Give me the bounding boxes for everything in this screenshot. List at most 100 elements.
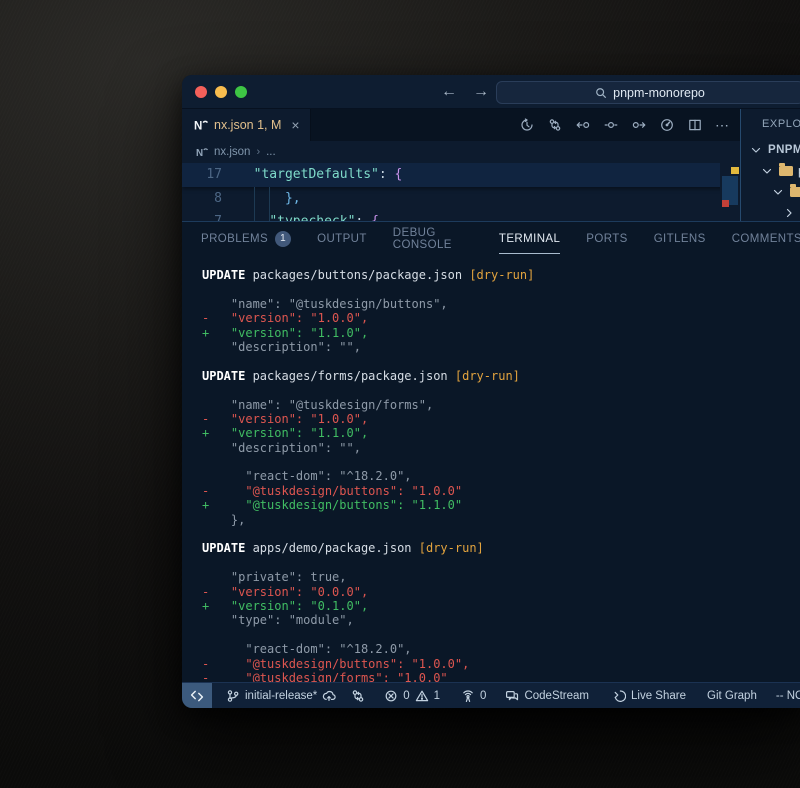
terminal-line: - "@tuskdesign/forms": "1.0.0" [202,671,800,682]
line-number: 17 [182,163,238,187]
breadcrumb[interactable]: N nx.json › ... [182,141,740,163]
problems[interactable]: 01 [384,689,440,703]
ports-forwarded[interactable]: 0 [461,689,486,703]
panel-tab-label: GITLENS [654,233,706,245]
panel-tab-problems[interactable]: PROBLEMS1 [201,222,291,254]
explorer-tree-item[interactable] [741,202,800,221]
history-navigation: ← → [440,84,490,100]
zoom-window-button[interactable] [235,86,247,98]
command-center-search[interactable]: pnpm-monorepo [496,81,800,104]
explorer-tree-item[interactable] [741,181,800,202]
breadcrumb-file: nx.json [214,146,250,158]
code-token: "typecheck" [269,210,355,221]
circle-icon[interactable] [603,118,618,133]
panel-tab-comments[interactable]: COMMENTS [732,222,800,254]
terminal-line [202,282,800,296]
titlebar: ← → pnpm-monorepo [182,75,800,109]
terminal-line: + "version": "0.1.0", [202,599,800,613]
code-editor[interactable]: 17 "targetDefaults": {8 },7 "typecheck":… [182,163,740,221]
file-path: packages/buttons/package.json [245,268,469,282]
search-value: pnpm-monorepo [613,86,705,100]
nx-logo-icon: N [194,118,208,132]
panel-tab-debug-console[interactable]: DEBUG CONSOLE [393,222,473,254]
terminal-line: - "@tuskdesign/buttons": "1.0.0" [202,484,800,498]
window-controls [195,86,247,98]
live-share[interactable]: Live Share [612,689,686,703]
desktop-background: ← → pnpm-monorepo N nx.json 1, M [0,0,800,788]
code-line: 7 "typecheck": { [182,210,740,221]
more-actions-icon[interactable]: ⋯ [715,118,730,133]
terminal-line: "react-dom": "^18.2.0", [202,469,800,483]
chevron-right-icon: › [256,146,260,158]
close-window-button[interactable] [195,86,207,98]
dry-run-tag: [dry-run] [419,541,484,555]
statusbar: initial-release* 01 0 CodeStream Live Share G… [182,682,800,708]
vscode-window: ← → pnpm-monorepo N nx.json 1, M [182,75,800,708]
terminal-line: "private": true, [202,570,800,584]
panel-tab-label: PORTS [586,233,627,245]
tab-nx-json[interactable]: N nx.json 1, M × [182,109,311,141]
file-path: packages/forms/package.json [245,369,455,383]
explorer-sidebar: EXPLORER PNPM-MONOREPO packages [740,109,800,221]
error-icon [384,689,398,703]
warning-icon [415,689,429,703]
git-actions[interactable] [351,689,365,703]
panel-tab-gitlens[interactable]: GITLENS [654,222,706,254]
run-circle-icon[interactable] [659,118,674,133]
update-keyword: UPDATE [202,369,245,383]
forward-arrow-icon[interactable]: → [472,84,490,100]
minimize-window-button[interactable] [215,86,227,98]
code-token: : [379,163,395,187]
folder-icon [790,187,800,197]
code-token [238,163,254,187]
editor-tabbar: N nx.json 1, M × ⋯ [182,109,740,141]
terminal-line: "description": "", [202,340,800,354]
explorer-root-item[interactable]: PNPM-MONOREPO [741,139,800,160]
folder-icon [779,166,793,176]
terminal-output[interactable]: UPDATE packages/buttons/package.json [dr… [182,254,800,682]
problems-count-badge: 1 [275,231,291,247]
dry-run-tag: [dry-run] [455,369,520,383]
next-change-icon[interactable] [631,118,646,133]
indent-guide [269,187,270,221]
panel-tab-ports[interactable]: PORTS [586,222,627,254]
panel-tab-terminal[interactable]: TERMINAL [499,222,560,254]
git-compare-icon[interactable] [547,118,562,133]
code-token: { [395,163,403,187]
terminal-line: - "@tuskdesign/buttons": "1.0.0", [202,657,800,671]
line-number: 8 [182,187,238,210]
update-keyword: UPDATE [202,268,245,282]
chevron-down-icon [760,164,774,178]
explorer-tree-item[interactable]: packages [741,160,800,181]
explorer-header: EXPLORER [741,109,800,139]
git-graph[interactable]: Git Graph [707,690,757,702]
statusbar-label: Live Share [631,690,686,702]
git-branch[interactable]: initial-release* [226,689,336,703]
panel-tab-label: DEBUG CONSOLE [393,227,473,251]
breadcrumb-more: ... [266,146,276,158]
statusbar-label: 0 [480,690,486,702]
prev-change-icon[interactable] [575,118,590,133]
timeline-icon[interactable] [519,118,534,133]
vim-mode[interactable]: -- NORMAL -- [776,690,800,702]
codestream[interactable]: CodeStream [505,689,589,703]
terminal-line [202,383,800,397]
codestream-icon [505,689,519,703]
panel-tab-label: OUTPUT [317,233,367,245]
tree-item-label: PNPM-MONOREPO [768,144,800,156]
minimap[interactable] [720,163,740,221]
panel-tab-label: TERMINAL [499,233,560,245]
minimap-mark-red [722,200,729,207]
terminal-line: "react-dom": "^18.2.0", [202,642,800,656]
minimap-mark-yellow [731,167,739,174]
search-icon [595,87,607,99]
terminal-line: + "version": "1.1.0", [202,326,800,340]
split-editor-icon[interactable] [687,118,702,133]
remote-indicator[interactable] [182,683,212,708]
indent-guide [254,187,255,221]
panel-tab-output[interactable]: OUTPUT [317,222,367,254]
close-tab-icon[interactable]: × [291,117,299,133]
line-number: 7 [182,210,238,221]
back-arrow-icon[interactable]: ← [440,84,458,100]
nx-logo-icon: N [196,146,208,158]
